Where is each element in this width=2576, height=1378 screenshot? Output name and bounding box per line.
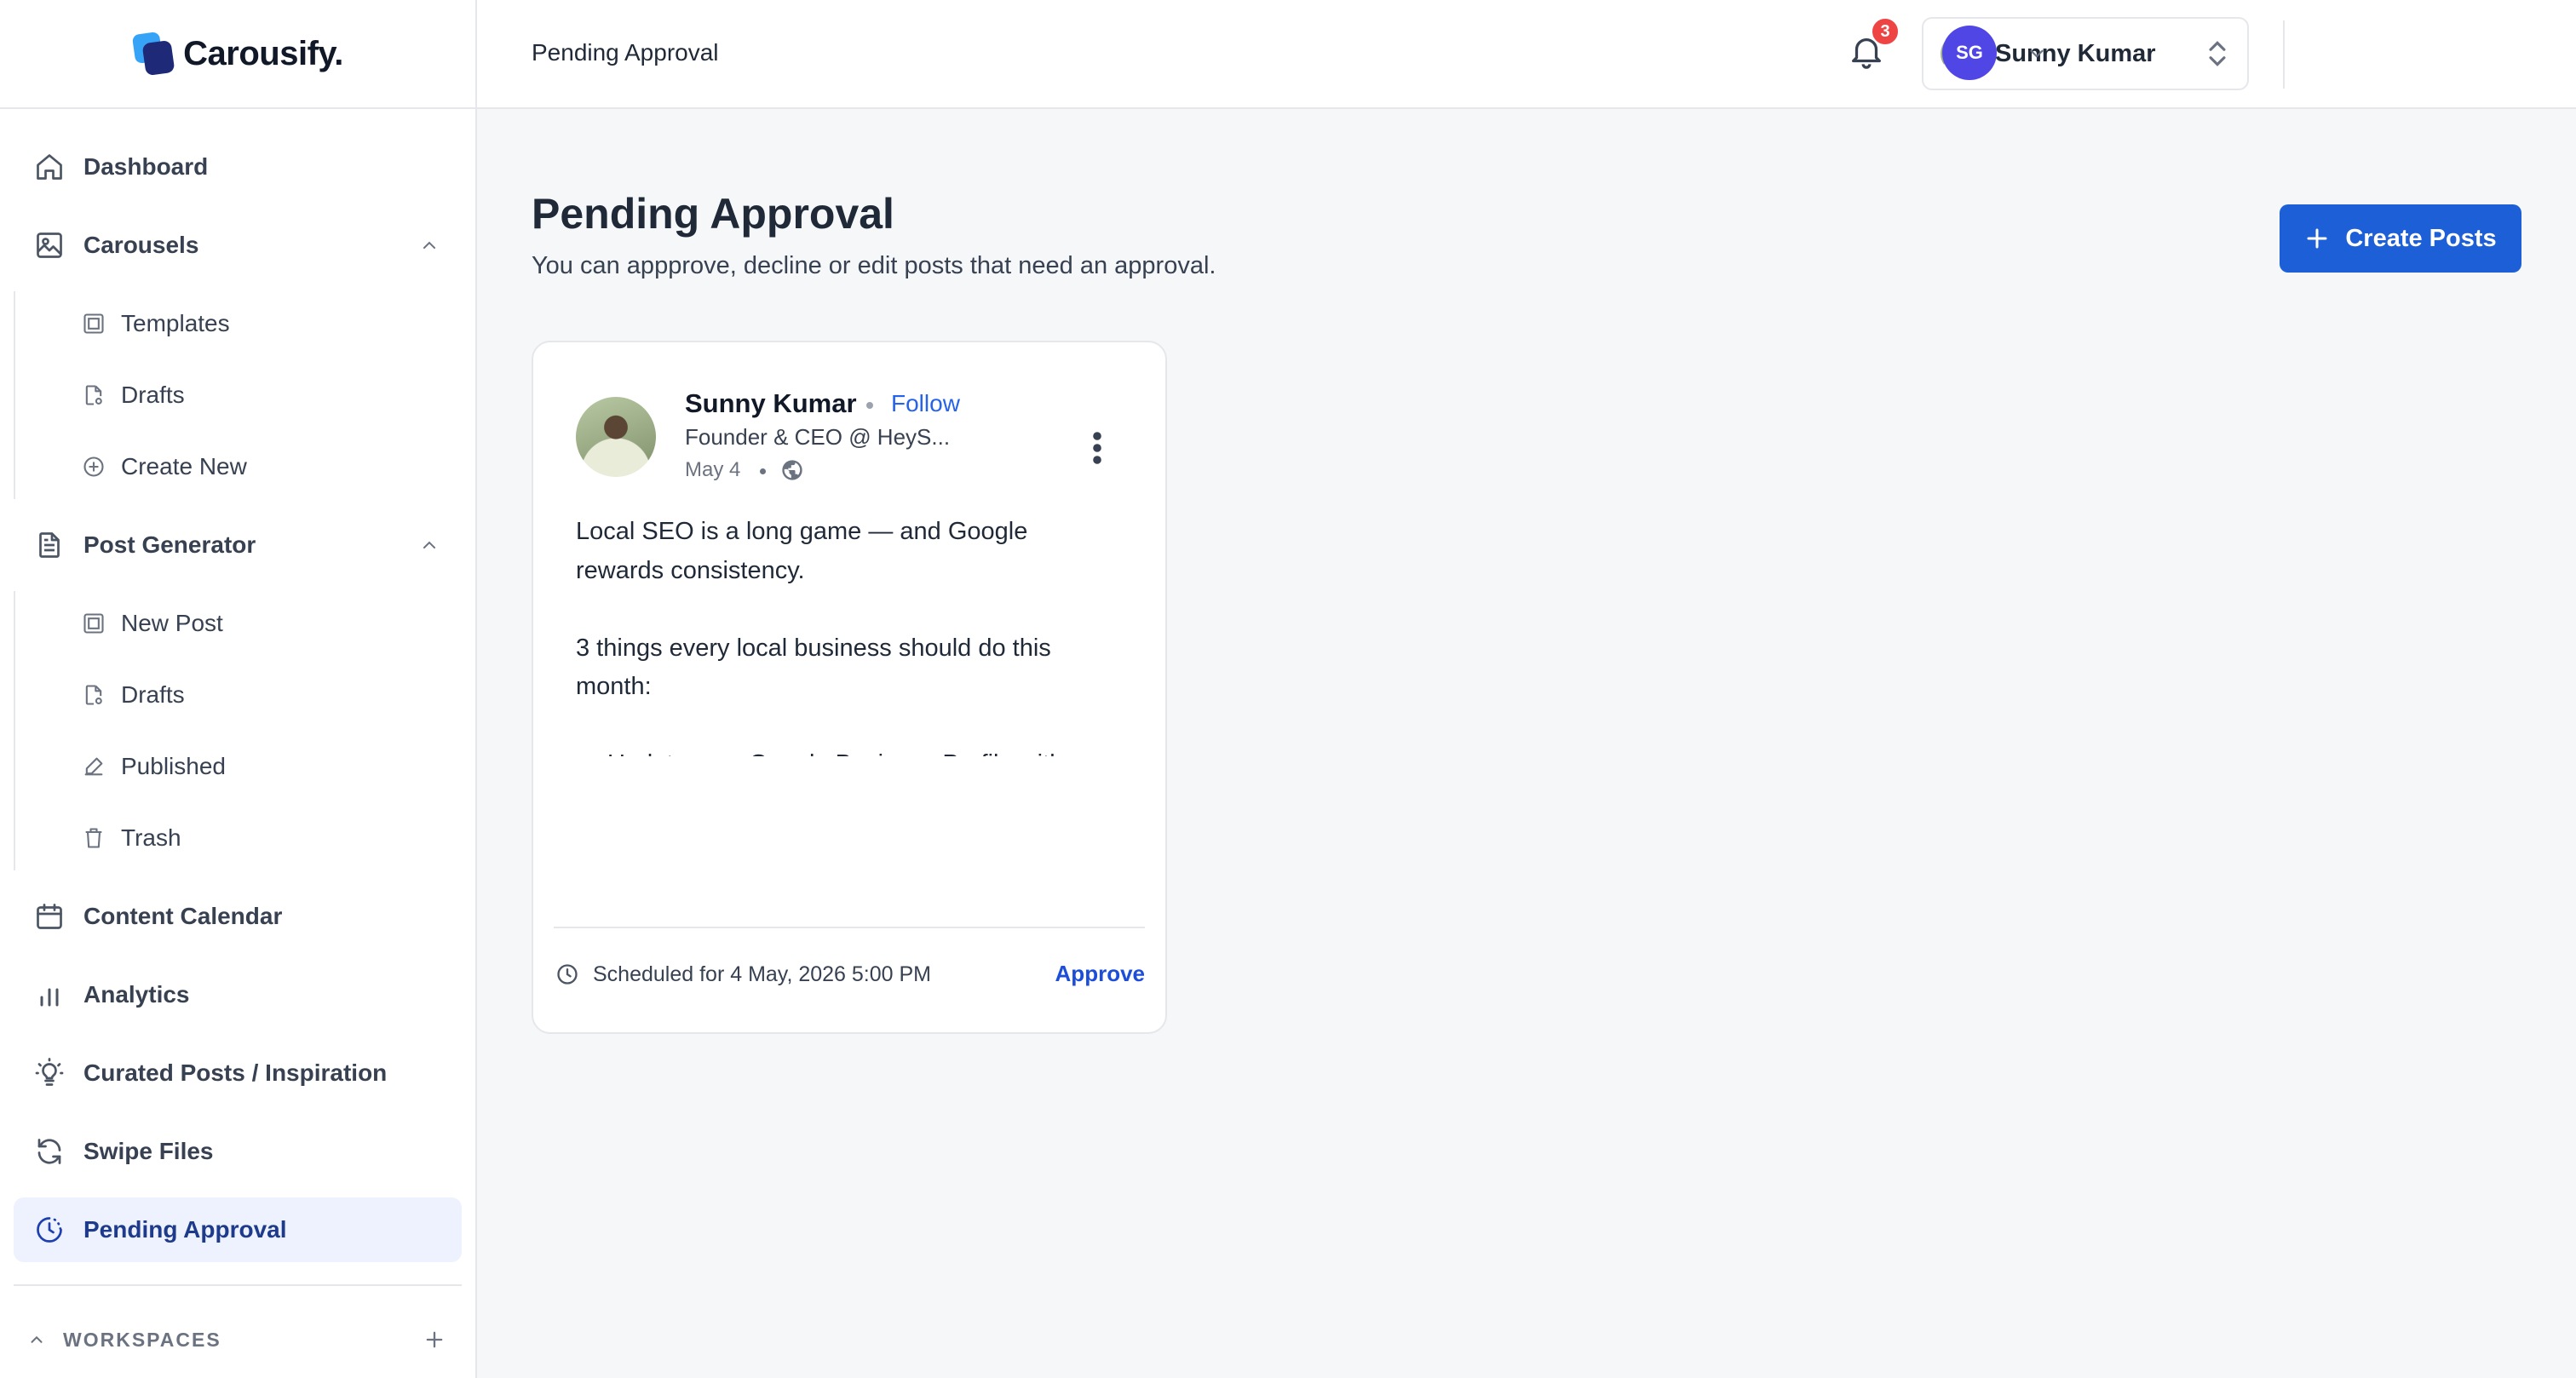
workspaces-section[interactable]: WORKSPACES [0,1318,475,1361]
plus-circle-icon [83,456,104,477]
sidebar-item-swipe-files[interactable]: Swipe Files [14,1119,462,1184]
author-avatar [576,397,656,477]
calendar-icon [37,904,62,929]
post-card: Sunny Kumar Follow Founder & CEO @ HeyS.… [532,341,1167,1034]
account-name: Sunny Kumar [1995,39,2156,67]
draft-file-icon [85,685,102,705]
clock-icon [557,964,578,985]
topbar-divider [2283,20,2285,89]
sidebar-item-analytics[interactable]: Analytics [14,962,462,1027]
lightbulb-icon [35,1058,64,1086]
sidebar-item-label: Trash [121,824,181,851]
dot-separator [866,402,873,409]
chevron-up-icon[interactable] [419,235,440,256]
bar-chart-icon [40,988,59,1007]
sidebar-item-label: New Post [121,610,223,636]
brand-logo-icon [131,31,176,77]
sidebar-item-dashboard[interactable]: Dashboard [14,135,462,199]
image-icon [37,233,62,258]
sidebar-item-content-calendar[interactable]: Content Calendar [14,884,462,949]
sidebar-item-label: Analytics [83,981,190,1008]
sidebar-item-label: Curated Posts / Inspiration [83,1059,388,1086]
page-subtitle: You can appprove, decline or edit posts … [532,252,1216,279]
sidebar-item-label: Drafts [121,681,185,708]
create-posts-label: Create Posts [2345,224,2497,252]
carousels-subnav: Templates Drafts Create New [14,291,475,499]
document-icon [39,532,60,558]
post-body: Local SEO is a long game — and Google re… [576,518,1063,756]
breadcrumb: Pending Approval [532,39,719,66]
sidebar-item-carousels[interactable]: Carousels [14,213,462,278]
sidebar-item-label: Create New [121,453,247,479]
sidebar-item-templates[interactable]: Templates [15,291,475,356]
sidebar-item-new-post[interactable]: New Post [15,591,475,656]
sidebar-item-carousel-drafts[interactable]: Drafts [15,363,475,428]
home-icon [37,154,62,180]
sidebar-item-label: Swipe Files [83,1138,214,1164]
sidebar-item-create-new[interactable]: Create New [15,434,475,499]
sidebar-item-post-drafts[interactable]: Drafts [15,663,475,727]
brand[interactable]: Carousify. [0,0,475,109]
scheduled-time: Scheduled for 4 May, 2026 5:00 PM [593,962,931,986]
chevron-down-icon[interactable] [2026,43,2048,65]
sidebar-nav: Dashboard Carousels Templates Drafts Cre… [0,109,475,1262]
sidebar: Carousify. Dashboard Carousels Templates… [0,0,477,1378]
notification-badge: 3 [1871,17,1900,46]
sidebar-item-pending-approval[interactable]: Pending Approval [14,1197,462,1262]
sidebar-item-label: Content Calendar [83,903,283,929]
draft-file-icon [85,385,102,405]
workspaces-label: WORKSPACES [63,1328,221,1351]
sidebar-item-label: Post Generator [83,531,256,558]
more-options-icon[interactable] [1080,428,1114,468]
post-generator-subnav: New Post Drafts Published Trash [14,591,475,870]
author-name[interactable]: Sunny Kumar [685,388,857,419]
brand-name: Carousify. [183,34,343,72]
sidebar-item-label: Templates [121,310,230,336]
add-workspace-icon[interactable] [423,1328,446,1352]
trash-icon [85,828,102,848]
approve-button[interactable]: Approve [1055,961,1145,987]
sidebar-item-published[interactable]: Published [15,734,475,799]
plus-icon [2307,228,2327,249]
chevron-up-icon[interactable] [419,535,440,555]
pending-clock-icon [37,1217,62,1243]
sidebar-item-curated-posts[interactable]: Curated Posts / Inspiration [14,1041,462,1105]
template-icon [83,313,104,334]
sidebar-item-label: Drafts [121,382,185,408]
author-headline: Founder & CEO @ HeyS... [685,424,951,450]
topbar: Pending Approval Sunny Kumar [477,0,2576,109]
globe-icon [782,460,802,480]
post-date: May 4 [685,458,741,481]
refresh-icon [37,1139,61,1164]
chevron-up-icon[interactable] [27,1330,46,1349]
create-posts-button[interactable]: Create Posts [2280,204,2521,273]
sidebar-item-label: Dashboard [83,153,209,180]
sidebar-item-trash[interactable]: Trash [15,806,475,870]
workspaces-divider [14,1284,462,1286]
dot-separator [760,468,766,474]
sidebar-item-label: Published [121,753,226,779]
sidebar-item-label: Carousels [83,232,199,258]
sidebar-item-label: Pending Approval [83,1216,287,1243]
template-icon [83,613,104,634]
page-title: Pending Approval [532,190,894,238]
card-divider [554,927,1145,928]
user-avatar[interactable]: SG [1942,26,1997,80]
pencil-icon [84,757,103,776]
chevron-up-down-icon [2209,41,2226,66]
follow-link[interactable]: Follow [891,390,960,417]
sidebar-item-post-generator[interactable]: Post Generator [14,513,462,577]
